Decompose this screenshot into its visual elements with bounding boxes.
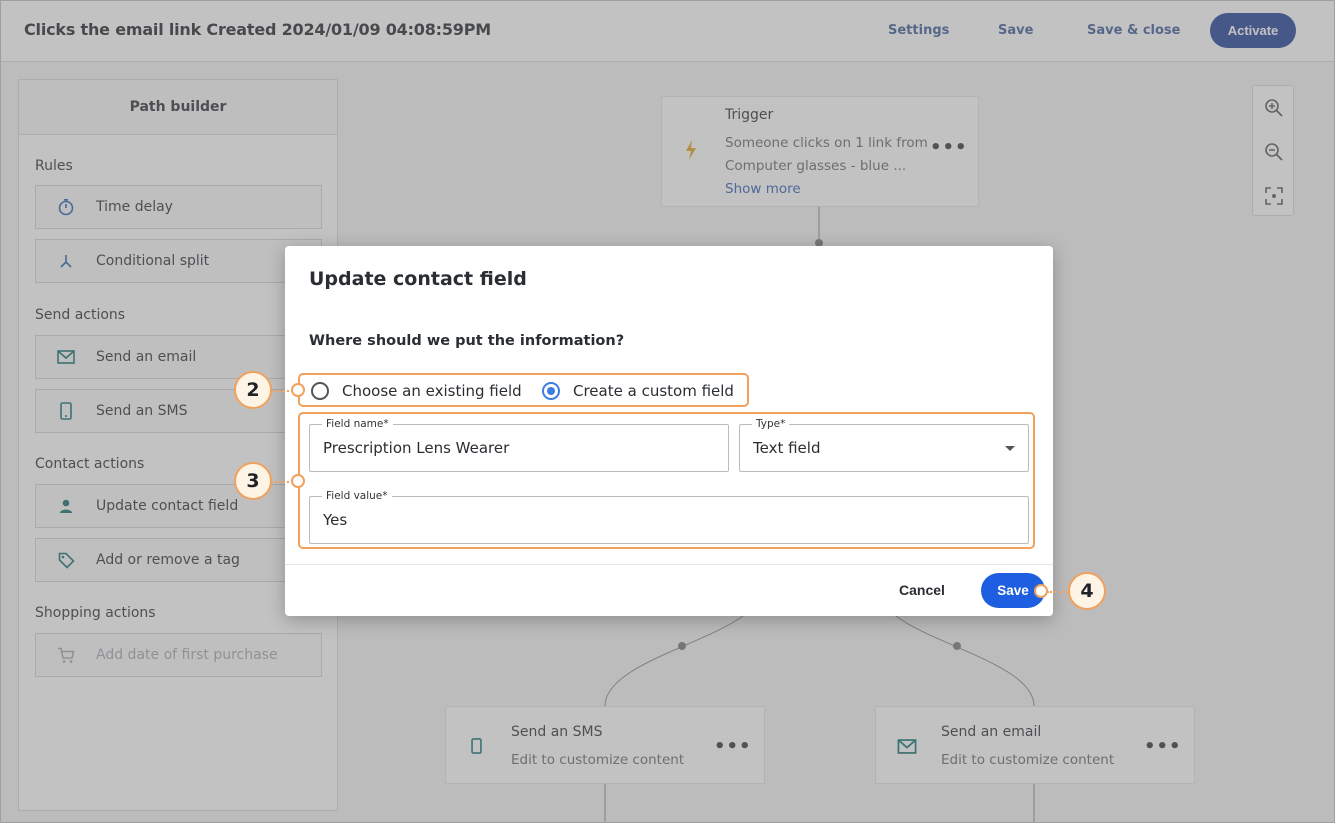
- dialog-divider: [285, 564, 1053, 565]
- dialog-title: Update contact field: [309, 268, 527, 290]
- callout-connector-2: [271, 390, 293, 392]
- highlight-radio-group: [298, 373, 749, 407]
- app-window: Clicks the email link Created 2024/01/09…: [0, 0, 1335, 823]
- callout-connector-3: [271, 481, 293, 483]
- callout-anchor-4: [1034, 584, 1048, 598]
- cancel-button[interactable]: Cancel: [899, 582, 945, 598]
- callout-anchor-3: [291, 474, 305, 488]
- step-3-badge: 3: [234, 462, 272, 500]
- step-2-badge: 2: [234, 371, 272, 409]
- callout-anchor-2: [291, 383, 305, 397]
- highlight-fields: [298, 412, 1035, 549]
- step-4-badge: 4: [1068, 572, 1106, 610]
- dialog-question: Where should we put the information?: [309, 333, 625, 349]
